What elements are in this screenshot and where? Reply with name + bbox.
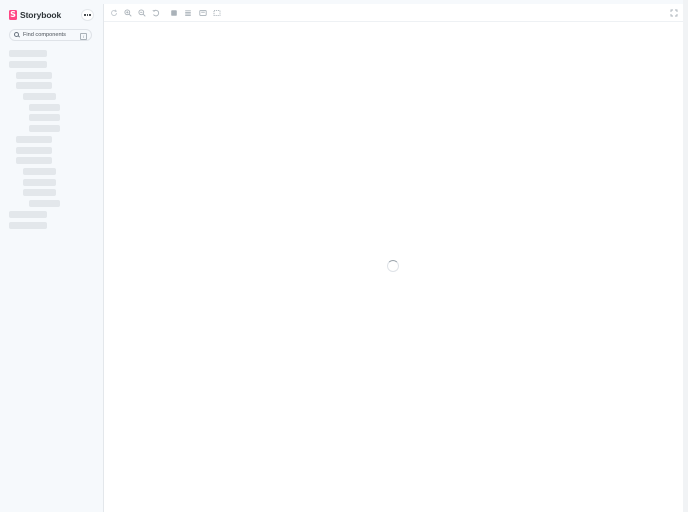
right-edge-panel <box>683 0 688 512</box>
skeleton-item <box>29 200 60 207</box>
spinner-icon <box>387 260 399 272</box>
skeleton-item <box>16 82 52 89</box>
search-input[interactable]: Find components / <box>9 29 92 41</box>
grid-icon[interactable] <box>184 9 192 17</box>
skeleton-item <box>23 179 56 186</box>
skeleton-item <box>23 93 56 100</box>
sidebar: S Storybook Find components / <box>0 0 103 512</box>
storybook-logo[interactable]: S Storybook <box>9 10 61 20</box>
search-shortcut-badge: / <box>80 32 87 40</box>
skeleton-item <box>9 211 47 218</box>
zoom-in-icon[interactable] <box>124 9 132 17</box>
skeleton-item <box>29 104 60 111</box>
sidebar-menu-button[interactable] <box>81 9 94 21</box>
viewport-icon[interactable] <box>199 9 207 17</box>
preview-toolbar <box>104 4 683 22</box>
expand-icon[interactable] <box>670 9 678 17</box>
outline-icon[interactable] <box>213 9 221 17</box>
brand-name: Storybook <box>20 10 62 20</box>
remount-icon[interactable] <box>110 9 118 17</box>
skeleton-item <box>16 72 52 79</box>
skeleton-item <box>9 222 47 229</box>
background-icon[interactable] <box>170 9 178 17</box>
skeleton-item <box>23 168 56 175</box>
skeleton-item <box>29 125 60 132</box>
preview-panel <box>103 4 683 512</box>
skeleton-item <box>29 114 60 121</box>
skeleton-item <box>16 157 52 164</box>
search-placeholder: Find components <box>23 32 66 38</box>
skeleton-item <box>9 61 47 68</box>
zoom-out-icon[interactable] <box>138 9 146 17</box>
skeleton-item <box>23 189 56 196</box>
zoom-reset-icon[interactable] <box>152 9 160 17</box>
skeleton-item <box>16 136 52 143</box>
storybook-logo-icon: S <box>9 10 17 20</box>
ellipsis-icon <box>84 14 91 16</box>
skeleton-item <box>9 50 47 57</box>
search-icon <box>14 32 20 38</box>
skeleton-item <box>16 147 52 154</box>
